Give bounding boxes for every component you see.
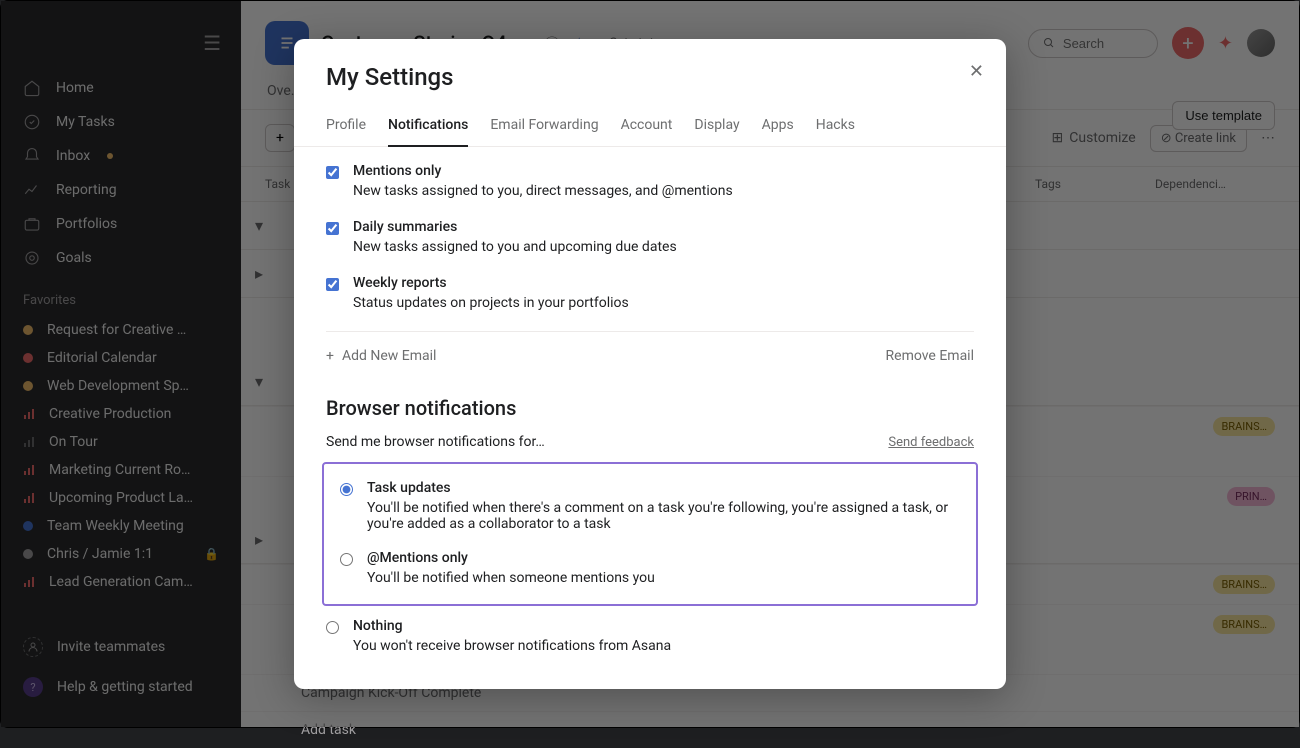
radio-desc: You'll be notified when someone mentions…	[367, 570, 655, 586]
modal-tab-hacks[interactable]: Hacks	[816, 111, 855, 146]
checkbox-label: Weekly reports	[353, 275, 629, 291]
remove-email-button[interactable]: Remove Email	[886, 348, 974, 364]
modal-tab-profile[interactable]: Profile	[326, 111, 366, 146]
modal-tab-email-forwarding[interactable]: Email Forwarding	[490, 111, 598, 146]
close-button[interactable]: ✕	[969, 61, 984, 82]
radio-task-updates[interactable]	[340, 483, 353, 496]
modal-tab-account[interactable]: Account	[621, 111, 673, 146]
radio-desc: You'll be notified when there's a commen…	[367, 500, 960, 532]
browser-notifications-subtitle: Send me browser notifications for…	[326, 434, 545, 450]
checkbox-desc: Status updates on projects in your portf…	[353, 295, 629, 311]
plus-icon: +	[326, 348, 334, 364]
radio-desc: You won't receive browser notifications …	[353, 638, 671, 654]
modal-tab-display[interactable]: Display	[694, 111, 739, 146]
radio-nothing[interactable]	[326, 621, 339, 634]
radio-label: Nothing	[353, 618, 671, 634]
checkbox-label: Mentions only	[353, 163, 733, 179]
settings-modal: ✕ My Settings Profile Notifications Email …	[294, 39, 1006, 689]
modal-title: My Settings	[326, 63, 974, 91]
checkbox-desc: New tasks assigned to you, direct messag…	[353, 183, 733, 199]
divider	[326, 331, 974, 332]
highlighted-options: Task updates You'll be notified when ther…	[322, 462, 978, 606]
checkbox-mentions-only[interactable]	[326, 166, 339, 179]
checkbox-row: Weekly reports Status updates on projects…	[326, 275, 974, 311]
checkbox-row: Mentions only New tasks assigned to you, …	[326, 163, 974, 199]
radio-row: Nothing You won't receive browser notific…	[326, 618, 974, 654]
radio-row: Task updates You'll be notified when ther…	[340, 480, 960, 532]
browser-notifications-title: Browser notifications	[326, 396, 974, 420]
checkbox-weekly-reports[interactable]	[326, 278, 339, 291]
radio-row: @Mentions only You'll be notified when so…	[340, 550, 960, 586]
modal-body: Mentions only New tasks assigned to you, …	[294, 147, 1006, 689]
modal-tabs: Profile Notifications Email Forwarding Acco…	[294, 101, 1006, 147]
checkbox-row: Daily summaries New tasks assigned to you…	[326, 219, 974, 255]
radio-label: Task updates	[367, 480, 960, 496]
radio--mentions-only[interactable]	[340, 553, 353, 566]
radio-label: @Mentions only	[367, 550, 655, 566]
modal-tab-apps[interactable]: Apps	[762, 111, 794, 146]
send-feedback-link[interactable]: Send feedback	[888, 435, 974, 450]
add-email-button[interactable]: + Add New Email	[326, 348, 436, 364]
checkbox-desc: New tasks assigned to you and upcoming d…	[353, 239, 677, 255]
checkbox-daily-summaries[interactable]	[326, 222, 339, 235]
checkbox-label: Daily summaries	[353, 219, 677, 235]
modal-tab-notifications[interactable]: Notifications	[388, 111, 468, 147]
